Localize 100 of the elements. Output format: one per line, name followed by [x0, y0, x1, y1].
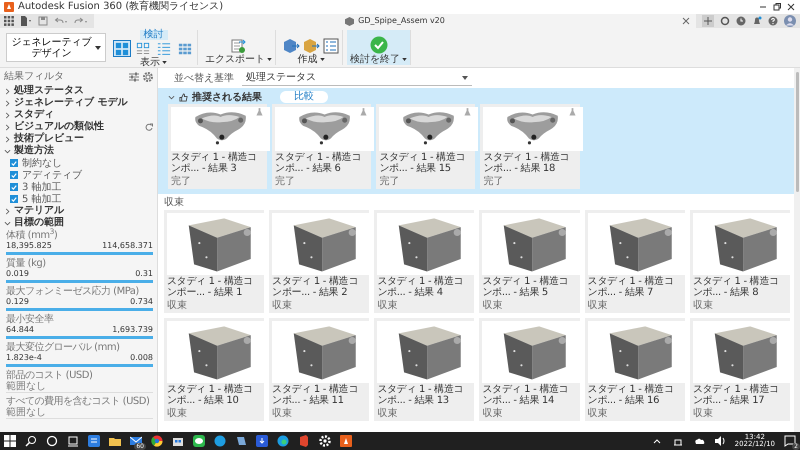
result-card[interactable]: スタディ 1 - 構造コンポ... - 結果 13 収束: [374, 318, 474, 421]
range-slider-fill[interactable]: [6, 280, 153, 283]
apps-grid-icon[interactable]: [4, 16, 14, 26]
checkbox[interactable]: [10, 171, 18, 179]
filter-section-header[interactable]: 目標の範囲: [4, 217, 153, 229]
range-min-value: 18,395.825: [6, 241, 52, 251]
result-card[interactable]: スタディ 1 - 構造コンポ... - 結果 14 収束: [479, 318, 580, 421]
caret-icon: [320, 58, 324, 61]
save-icon[interactable]: [38, 16, 48, 26]
caret-icon: [267, 58, 272, 61]
result-status: 収束: [481, 408, 504, 421]
filter-panel-title: 結果フィルタ: [4, 70, 64, 84]
result-card[interactable]: スタディ 1 - 構造コンポ... - 結果 15 完了: [376, 104, 476, 189]
browser-icon[interactable]: [151, 435, 163, 447]
result-card[interactable]: スタディ 1 - 構造コンポ... - 結果 8 収束: [690, 210, 790, 313]
store-icon[interactable]: [172, 435, 184, 447]
sort-dropdown[interactable]: 処理ステータス: [242, 70, 472, 86]
result-card[interactable]: スタディ 1 - 構造コンポ... - 結果 17 収束: [690, 318, 790, 421]
result-status: 収束: [692, 300, 714, 313]
file-menu-icon[interactable]: [20, 16, 32, 26]
scrollbar[interactable]: [794, 68, 800, 432]
checkbox[interactable]: [10, 183, 18, 191]
filter-section-header[interactable]: 製造方法: [4, 145, 153, 157]
filter-section-header[interactable]: マテリアル: [4, 205, 153, 217]
filter-section-header[interactable]: ジェネレーティブ モデル: [4, 97, 153, 109]
result-status: 収束: [481, 300, 504, 313]
clock-icon[interactable]: [736, 16, 746, 26]
range-slider-fill[interactable]: [6, 336, 153, 339]
flask-icon: [256, 108, 264, 116]
range-min-value: 0.019: [6, 269, 29, 279]
compare-button[interactable]: 比較: [280, 91, 328, 103]
task-view-icon[interactable]: [67, 435, 79, 447]
grid-view-icon[interactable]: [113, 40, 131, 57]
range-label: 部品のコスト (USD): [6, 370, 94, 381]
windows-logo-icon[interactable]: [4, 435, 16, 447]
tab-close-icon[interactable]: [682, 17, 690, 25]
redo-icon[interactable]: [74, 16, 88, 26]
thumbs-up-icon: [179, 92, 188, 102]
result-card[interactable]: スタディ 1 - 構造コンポ... - 結果 11 収束: [269, 318, 370, 421]
result-card[interactable]: スタディ 1 - 構造コンポー... - 結果 2 収束: [269, 210, 370, 313]
range-slider-fill[interactable]: [6, 308, 153, 311]
caret-icon: [162, 61, 167, 64]
result-card[interactable]: スタディ 1 - 構造コンポ... - 結果 4 収束: [374, 210, 474, 313]
result-label: スタディ 1 - 構造コンポ... - 結果 11: [271, 383, 360, 408]
result-card[interactable]: スタディ 1 - 構造コンポー... - 結果 1 収束: [164, 210, 264, 313]
bell-icon[interactable]: [752, 16, 762, 26]
undo-icon[interactable]: [54, 16, 68, 26]
range-label: すべての費用を含むコスト (USD): [6, 396, 150, 407]
app-logo-icon[interactable]: [340, 435, 352, 447]
speaker-icon[interactable]: [714, 435, 726, 447]
ribbon-group-label[interactable]: エクスポート: [205, 54, 272, 65]
result-card[interactable]: スタディ 1 - 構造コンポ... - 結果 16 収束: [584, 318, 685, 421]
sliders-icon[interactable]: [129, 72, 139, 82]
chat-icon[interactable]: [193, 435, 205, 447]
result-card[interactable]: スタディ 1 - 構造コンポ... - 結果 10 収束: [164, 318, 264, 421]
range-note: 範囲なし: [6, 381, 153, 393]
result-label: スタディ 1 - 構造コンポ... - 結果 3: [170, 151, 258, 176]
result-card[interactable]: スタディ 1 - 構造コンポ... - 結果 3 完了: [168, 104, 268, 189]
filter-section-header[interactable]: スタディ: [4, 109, 153, 121]
range-slider-fill[interactable]: [6, 252, 153, 255]
checkbox[interactable]: [10, 159, 18, 167]
result-label: スタディ 1 - 構造コンポー... - 結果 1: [166, 275, 254, 300]
range-max-value: 0.31: [135, 269, 153, 279]
reset-icon[interactable]: [145, 123, 153, 131]
range-max-value: 114,658.371: [102, 241, 153, 251]
ribbon-group-label[interactable]: 作成: [298, 54, 324, 65]
result-card[interactable]: スタディ 1 - 構造コンポ... - 結果 18 完了: [480, 104, 580, 189]
workspace-dropdown[interactable]: ジェネレーティブデザイン: [6, 33, 106, 62]
download-icon[interactable]: [256, 435, 268, 447]
result-card[interactable]: スタディ 1 - 構造コンポ... - 結果 5 収束: [479, 210, 580, 313]
notification-icon[interactable]: [784, 435, 796, 447]
filter-section-header[interactable]: 技術プレビュー: [4, 133, 153, 145]
result-status: 収束: [376, 408, 398, 421]
ribbon-group-label[interactable]: 表示: [140, 57, 167, 68]
mail-icon[interactable]: [130, 435, 142, 447]
job-status-icon[interactable]: [720, 16, 730, 26]
chevron-down-icon[interactable]: [168, 94, 175, 100]
add-tab-icon[interactable]: [702, 15, 714, 27]
card-view-icon[interactable]: [134, 40, 152, 57]
search-icon[interactable]: [25, 435, 37, 447]
app-icon[interactable]: [88, 435, 100, 447]
help-icon[interactable]: [768, 16, 778, 26]
folder-icon[interactable]: [109, 435, 121, 447]
ribbon-tab[interactable]: 検討: [140, 30, 168, 40]
result-card[interactable]: スタディ 1 - 構造コンポ... - 結果 7 収束: [584, 210, 685, 313]
circle-icon[interactable]: [46, 435, 58, 447]
result-label: スタディ 1 - 構造コンポ... - 結果 4: [376, 275, 464, 300]
filter-section-header[interactable]: ビジュアルの類似性: [4, 121, 153, 133]
checkbox[interactable]: [10, 195, 18, 203]
range-slider-fill[interactable]: [6, 364, 153, 367]
restore-icon[interactable]: [772, 2, 782, 12]
form-list-icon: [323, 38, 339, 54]
range-label: 最小安全率: [6, 314, 54, 325]
filter-section-header[interactable]: 処理ステータス: [4, 85, 153, 97]
result-card[interactable]: スタディ 1 - 構造コンポ... - 結果 6 完了: [272, 104, 372, 189]
section-title: 推奨される結果: [192, 90, 262, 104]
result-label: スタディ 1 - 構造コンポ... - 結果 10: [166, 383, 254, 408]
close-icon[interactable]: [786, 2, 796, 12]
document-tab[interactable]: GD_Spipe_Assem v20: [94, 14, 696, 28]
result-status: 完了: [274, 176, 296, 189]
